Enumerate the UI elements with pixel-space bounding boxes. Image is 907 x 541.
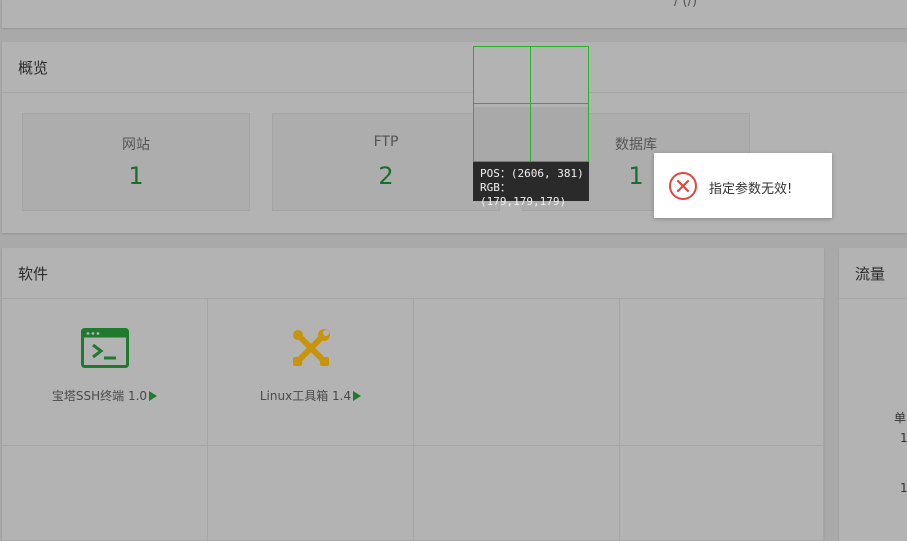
crosshair-horizontal	[474, 103, 588, 104]
software-item-label: 宝塔SSH终端 1.0	[51, 389, 148, 403]
software-slot-empty	[414, 446, 620, 541]
crosshair-vertical	[530, 47, 531, 161]
play-arrow-icon[interactable]	[149, 391, 158, 401]
tools-icon	[293, 329, 330, 366]
software-item-ssh[interactable]: 宝塔SSH终端 1.0	[2, 298, 208, 446]
terminal-icon	[81, 328, 129, 368]
software-panel: 软件 宝塔SSH终端 1.0 Linux工具箱 1.4	[2, 248, 824, 541]
software-slot-empty	[414, 298, 620, 446]
top-panel: / (/)	[2, 0, 907, 28]
picker-position: POS：(2606, 381)	[480, 167, 584, 180]
error-circle-icon	[669, 172, 697, 200]
software-slot-empty	[620, 298, 824, 446]
traffic-unit-fragment: 单	[894, 411, 907, 425]
card-value[interactable]: 2	[273, 162, 499, 190]
overview-card-ftp[interactable]: FTP 2	[272, 113, 500, 211]
software-title: 软件	[2, 248, 824, 299]
color-picker-overlay: POS：(2606, 381) RGB：(179,179,179)	[473, 46, 589, 208]
traffic-value-fragment: 1	[900, 431, 907, 445]
traffic-title: 流量	[839, 248, 907, 299]
overview-title: 概览	[2, 42, 907, 93]
magnifier-box	[473, 46, 589, 162]
card-value[interactable]: 1	[23, 162, 249, 190]
traffic-panel: 流量 单 1 1	[839, 248, 907, 541]
software-item-linux-tools[interactable]: Linux工具箱 1.4	[208, 298, 414, 446]
card-label: 网站	[122, 137, 150, 153]
toast-message: 指定参数无效!	[709, 182, 793, 197]
software-slot-empty	[620, 446, 824, 541]
error-toast: 指定参数无效!	[654, 153, 832, 218]
software-item-label: Linux工具箱 1.4	[259, 389, 352, 403]
software-slot-empty	[208, 446, 414, 541]
magnifier-lower-area	[474, 107, 588, 161]
picker-readout: POS：(2606, 381) RGB：(179,179,179)	[473, 162, 589, 208]
top-fragment-text: / (/)	[674, 0, 698, 9]
picker-rgb: RGB：(179,179,179)	[480, 181, 567, 208]
software-slot-empty	[2, 446, 208, 541]
card-label: FTP	[373, 134, 399, 150]
software-grid: 宝塔SSH终端 1.0 Linux工具箱 1.4	[2, 298, 824, 541]
overview-card-sites[interactable]: 网站 1	[22, 113, 250, 211]
traffic-value-fragment: 1	[900, 481, 907, 495]
play-arrow-icon[interactable]	[353, 391, 362, 401]
